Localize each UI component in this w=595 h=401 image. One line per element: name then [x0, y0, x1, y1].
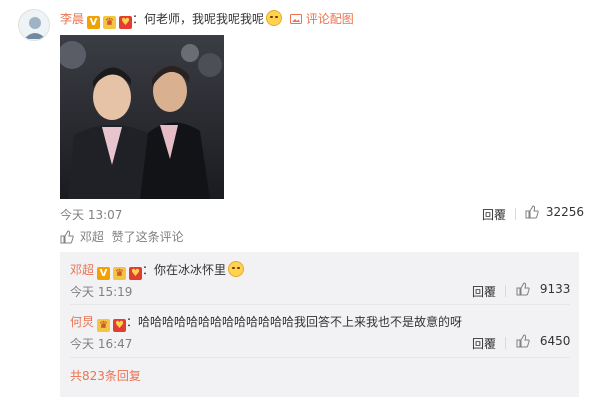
thumb-up-icon — [60, 230, 74, 244]
reply-item-1: 邓超 V ♛ ♥ ：你在冰冰怀里 — [70, 261, 245, 280]
verified-icon: V — [87, 16, 101, 29]
comment-image[interactable] — [60, 35, 224, 199]
thumb-up-icon — [516, 282, 530, 296]
photo-icon — [289, 14, 302, 24]
more-replies-link[interactable]: 共823条回复 — [70, 367, 141, 384]
thumb-up-icon — [525, 205, 539, 219]
red-envelope-icon: ♥ — [119, 16, 133, 29]
red-envelope-icon: ♥ — [129, 267, 143, 280]
reply-separator: ： — [142, 263, 155, 277]
verified-icon: V — [97, 267, 111, 280]
reply-divider — [70, 357, 570, 358]
like-count: 32256 — [545, 205, 585, 219]
like-button[interactable]: 6450 — [516, 334, 570, 348]
emoji-icon — [228, 261, 245, 277]
reply-button[interactable]: 回覆 — [472, 335, 496, 352]
reply-button[interactable]: 回覆 — [482, 206, 506, 223]
divider — [505, 337, 506, 349]
comment-separator: ： — [132, 12, 145, 26]
avatar-image — [19, 10, 49, 40]
liked-by-row: 邓超 赞了这条评论 — [60, 228, 184, 245]
reply-item-2: 何炅 ♛ ♥ ：哈哈哈哈哈哈哈哈哈哈哈哈哈我回答不上来我也不是故意的呀 — [70, 313, 462, 332]
divider — [515, 208, 516, 220]
liker-name[interactable]: 邓超 — [80, 230, 104, 244]
reply-text: 哈哈哈哈哈哈哈哈哈哈哈哈哈我回答不上来我也不是故意的呀 — [138, 315, 463, 329]
reply-time: 今天 16:47 — [70, 337, 133, 351]
reply-text: 你在冰冰怀里 — [154, 263, 227, 277]
like-count: 9133 — [539, 282, 571, 296]
comment-author[interactable]: 李晨 — [60, 12, 84, 26]
thumb-up-icon — [516, 334, 530, 348]
reply-author[interactable]: 邓超 — [70, 263, 94, 277]
red-envelope-icon: ♥ — [113, 319, 127, 332]
reply-author[interactable]: 何炅 — [70, 315, 94, 329]
reply-separator: ： — [126, 315, 139, 329]
fan-badge-icon: ♛ — [97, 319, 111, 332]
like-button[interactable]: 32256 — [525, 205, 584, 219]
liked-text: 赞了这条评论 — [111, 230, 184, 244]
emoji-icon — [266, 10, 283, 26]
comment-image-link[interactable]: 评论配图 — [306, 12, 354, 26]
fan-badge-icon: ♛ — [103, 16, 117, 29]
reply-button[interactable]: 回覆 — [472, 283, 496, 300]
like-button[interactable]: 9133 — [516, 282, 570, 296]
reply-divider — [70, 304, 570, 305]
avatar[interactable] — [18, 9, 50, 41]
reply-time: 今天 15:19 — [70, 285, 133, 299]
comment-photo — [60, 35, 224, 199]
comment-time: 今天 13:07 — [60, 208, 123, 222]
comment-text: 何老师，我呢我呢我呢 — [144, 12, 265, 26]
comment-header: 李晨 V ♛ ♥ ：何老师，我呢我呢我呢 评论配图 — [60, 10, 354, 29]
divider — [505, 285, 506, 297]
like-count: 6450 — [539, 334, 571, 348]
fan-badge-icon: ♛ — [113, 267, 127, 280]
